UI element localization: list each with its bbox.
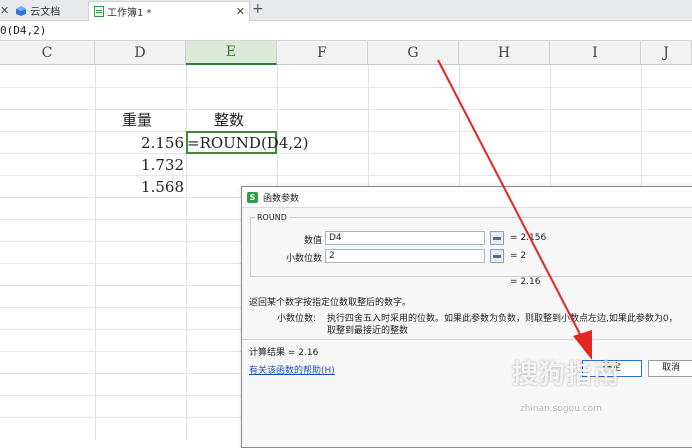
watermark-url: zhinan.sogou.com: [520, 404, 602, 414]
watermark-logo: 搜狗指南: [512, 360, 621, 390]
